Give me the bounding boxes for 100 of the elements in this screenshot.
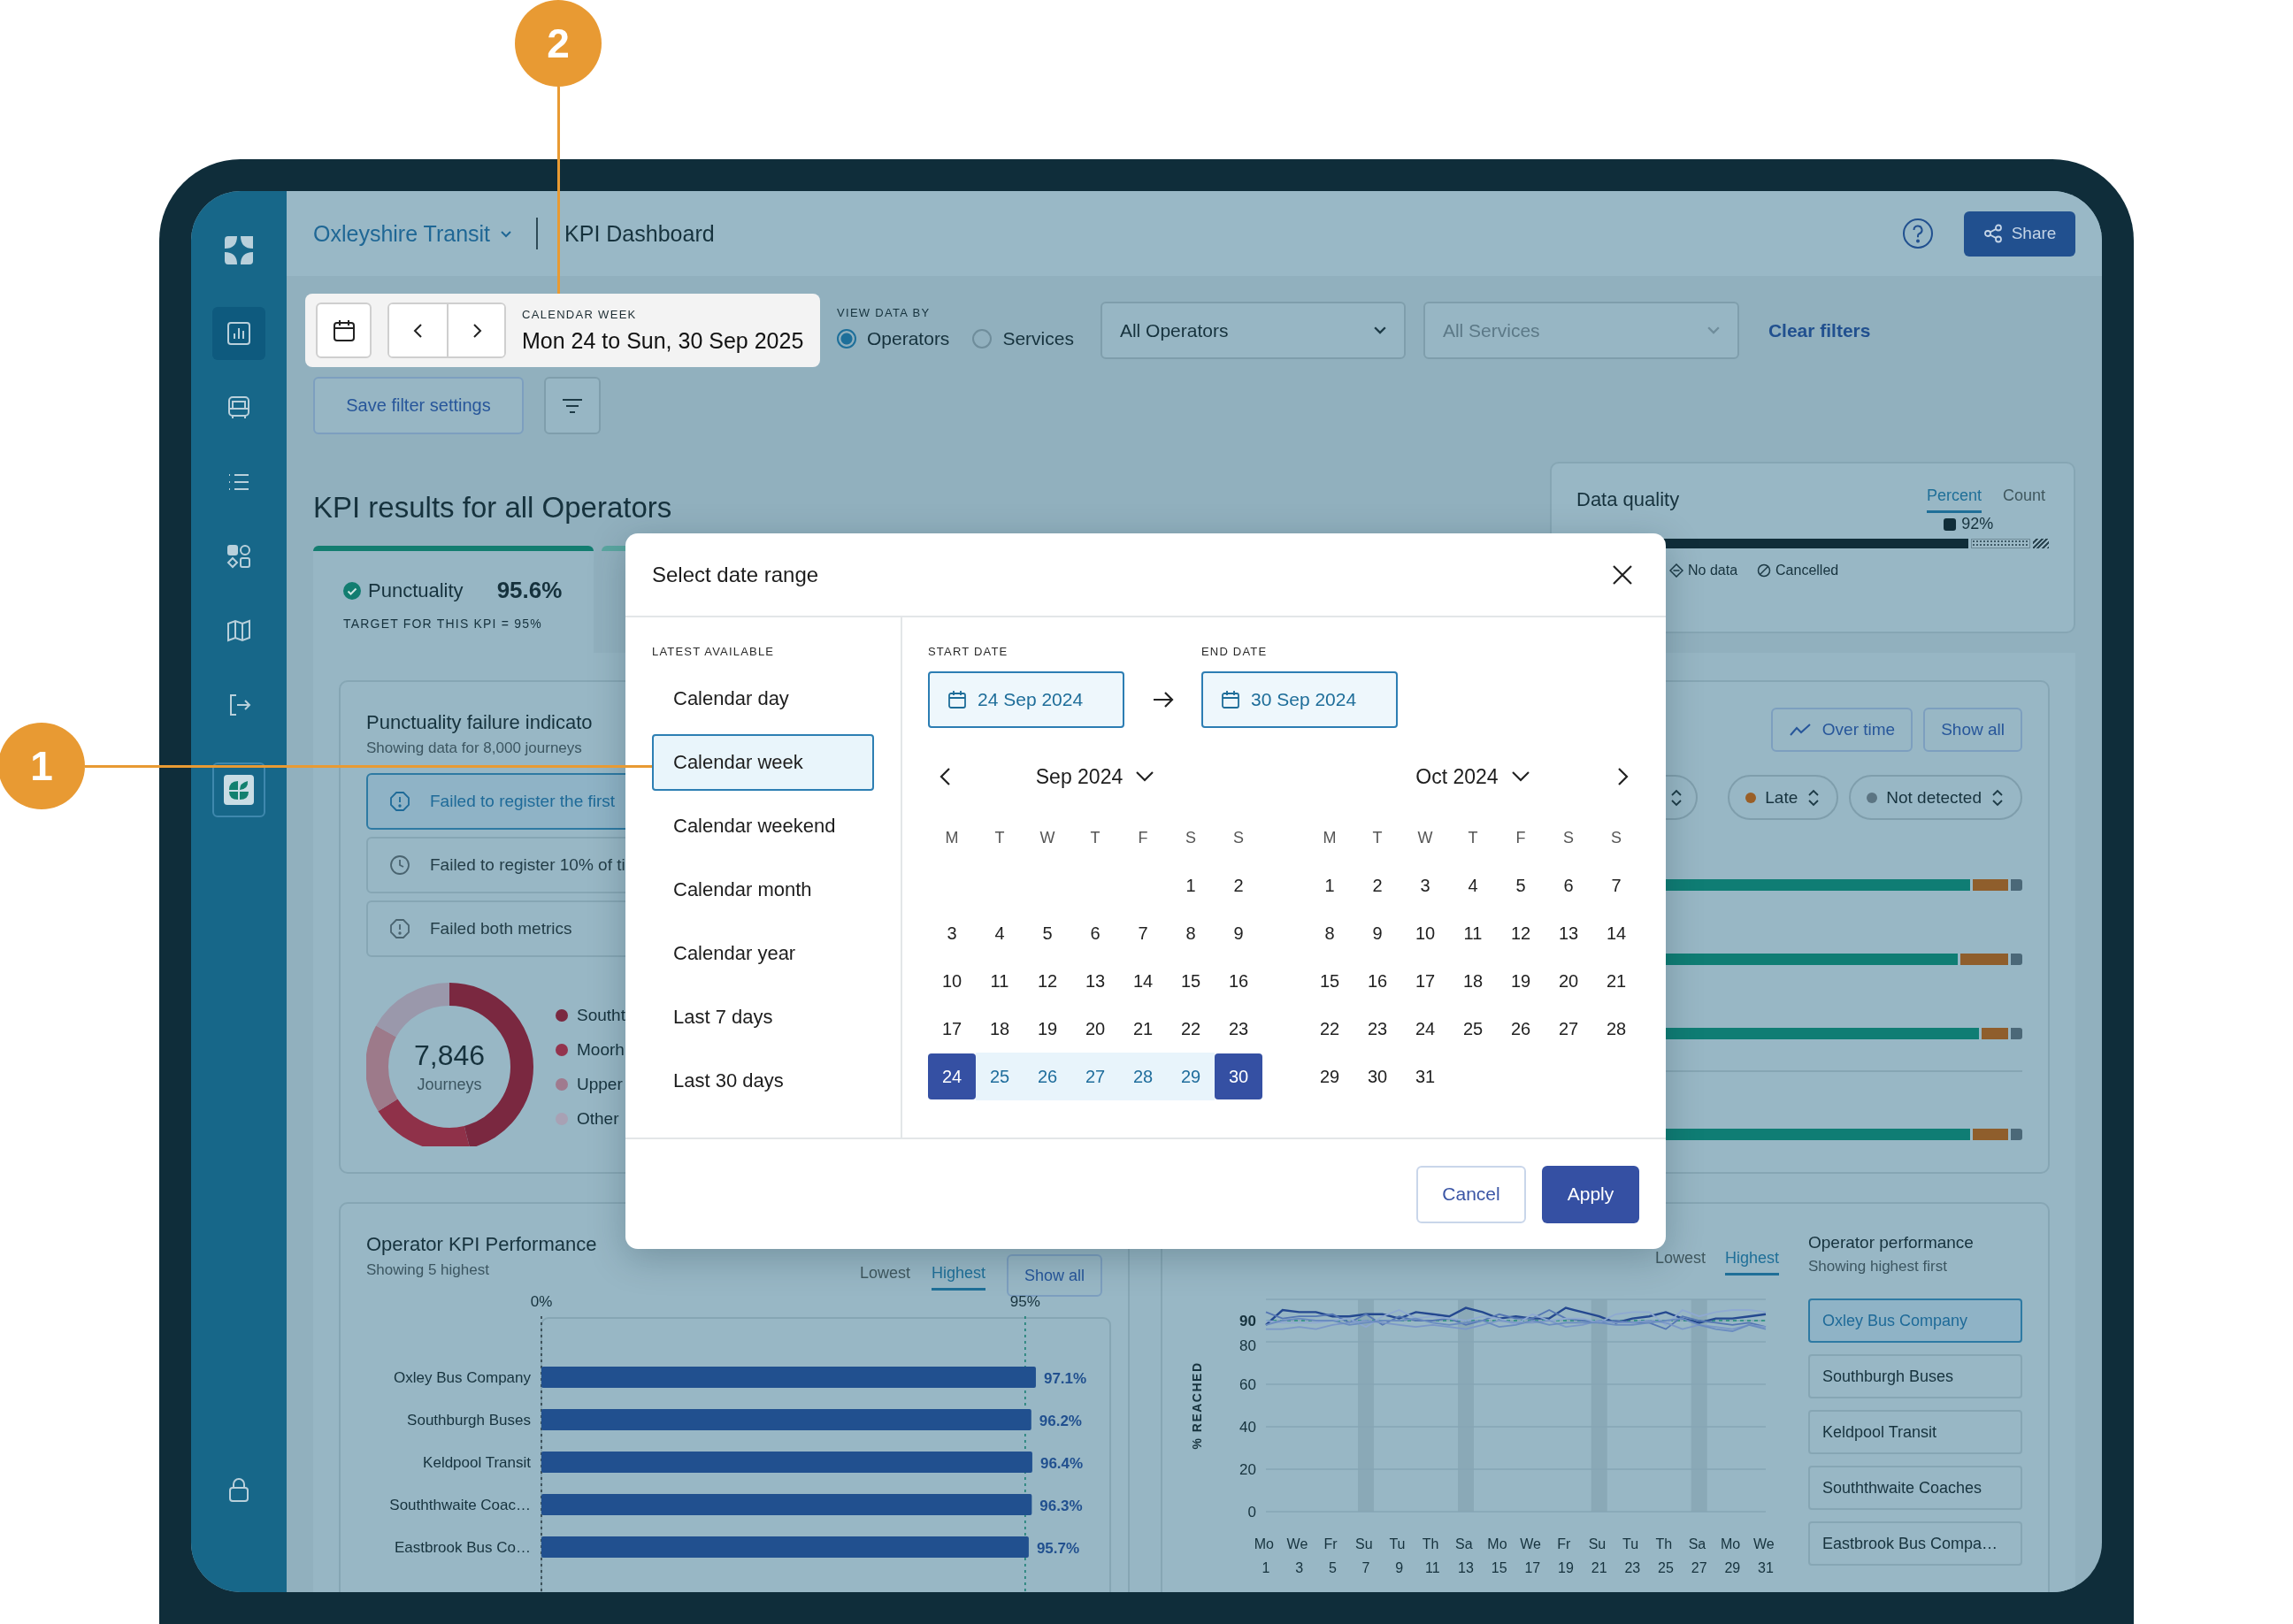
calendar-day[interactable]: 30 (1215, 1053, 1262, 1099)
calendar-day[interactable]: 19 (1497, 957, 1545, 1005)
radio-option[interactable]: Operators (837, 328, 950, 349)
calendar-day[interactable]: 3 (928, 909, 976, 957)
calendar-day[interactable]: 9 (1354, 909, 1401, 957)
calendar-day[interactable]: 25 (1449, 1005, 1497, 1053)
help-icon[interactable] (1902, 218, 1934, 249)
calendar-day[interactable]: 6 (1071, 909, 1119, 957)
share-button[interactable]: Share (1964, 211, 2075, 257)
calendar-day[interactable]: 16 (1215, 957, 1262, 1005)
calendar-day[interactable]: 11 (1449, 909, 1497, 957)
calendar-day[interactable]: 11 (976, 957, 1024, 1005)
axis-label: 0 (1247, 1504, 1256, 1521)
calendar-day[interactable]: 3 (1401, 862, 1449, 909)
calendar-day[interactable]: 18 (1449, 957, 1497, 1005)
calendar-day[interactable]: 12 (1024, 957, 1071, 1005)
calendar-day[interactable]: 10 (1401, 909, 1449, 957)
calendar-day[interactable]: 4 (976, 909, 1024, 957)
calendar-day[interactable]: 17 (1401, 957, 1449, 1005)
calendar-day[interactable]: 4 (1449, 862, 1497, 909)
calendar-day[interactable]: 17 (928, 1005, 976, 1053)
preset-option[interactable]: Calendar month (652, 862, 874, 918)
operator-option[interactable]: Souththwaite Coaches (1808, 1466, 2022, 1510)
month-select[interactable]: Sep 2024 (1035, 764, 1155, 789)
calendar-day[interactable]: 27 (1545, 1005, 1592, 1053)
calendar-day[interactable]: 23 (1354, 1005, 1401, 1053)
calendar-day[interactable]: 22 (1167, 1005, 1215, 1053)
calendar-day[interactable]: 21 (1592, 957, 1640, 1005)
calendar-day[interactable]: 12 (1497, 909, 1545, 957)
calendar-day[interactable]: 13 (1545, 909, 1592, 957)
calendar-day[interactable]: 21 (1119, 1005, 1167, 1053)
calendar-day[interactable]: 29 (1306, 1053, 1354, 1100)
date-range-picker[interactable]: CALENDAR WEEK Mon 24 to Sun, 30 Sep 2025 (305, 294, 820, 367)
calendar-day[interactable]: 20 (1545, 957, 1592, 1005)
calendar-day[interactable]: 1 (1306, 862, 1354, 909)
calendar-day[interactable]: 15 (1167, 957, 1215, 1005)
calendar-day[interactable]: 20 (1071, 1005, 1119, 1053)
sort-chip[interactable]: Not detected (1849, 775, 2022, 820)
filter-button[interactable] (544, 377, 601, 434)
calendar-day[interactable]: 8 (1167, 909, 1215, 957)
filter-dropdown[interactable]: All Operators (1100, 302, 1406, 359)
calendar-day[interactable]: 2 (1215, 862, 1262, 909)
calendar-day[interactable]: 9 (1215, 909, 1262, 957)
calendar-day[interactable]: 19 (1024, 1005, 1071, 1053)
calendar-button[interactable] (316, 303, 372, 358)
calendar-day[interactable]: 18 (976, 1005, 1024, 1053)
show-all-button[interactable]: Show all (1923, 708, 2022, 752)
calendar-day[interactable]: 2 (1354, 862, 1401, 909)
calendar-day[interactable]: 13 (1071, 957, 1119, 1005)
calendar-day[interactable]: 5 (1024, 909, 1071, 957)
calendar-day[interactable]: 26 (1497, 1005, 1545, 1053)
sidebar-button[interactable] (212, 307, 265, 360)
preset-option[interactable]: Calendar day (652, 670, 874, 727)
start-date-field[interactable]: 24 Sep 2024 (928, 671, 1124, 728)
radio-option[interactable]: Services (972, 328, 1074, 349)
calendar-day[interactable]: 16 (1354, 957, 1401, 1005)
preset-option[interactable]: Last 7 days (652, 989, 874, 1046)
calendar-day[interactable]: 10 (928, 957, 976, 1005)
calendar-day[interactable]: 8 (1306, 909, 1354, 957)
apply-button[interactable]: Apply (1542, 1165, 1639, 1223)
calendar-day[interactable]: 1 (1167, 862, 1215, 909)
calendar-day[interactable]: 15 (1306, 957, 1354, 1005)
calendar-day[interactable]: 24 (928, 1053, 976, 1099)
calendar-day[interactable]: 24 (1401, 1005, 1449, 1053)
cancel-button[interactable]: Cancel (1416, 1165, 1526, 1223)
preset-option[interactable]: Last 30 days (652, 1053, 874, 1109)
calendar-day[interactable]: 7 (1119, 909, 1167, 957)
calendar-day[interactable]: 7 (1592, 862, 1640, 909)
month-select[interactable]: Oct 2024 (1415, 764, 1530, 789)
calendar-day[interactable]: 14 (1592, 909, 1640, 957)
calendar-day[interactable]: 5 (1497, 862, 1545, 909)
close-icon[interactable] (1611, 563, 1634, 586)
preset-option[interactable]: Calendar week (652, 734, 874, 791)
operator-option[interactable]: Southburgh Buses (1808, 1354, 2022, 1398)
operator-option[interactable]: Keldpool Transit (1808, 1410, 2022, 1454)
calendar-day[interactable]: 23 (1215, 1005, 1262, 1053)
calendar-day[interactable]: 25 (976, 1053, 1024, 1100)
sort-tab[interactable]: Lowest (1654, 1245, 1706, 1275)
axis-label: Su 21 (1588, 1536, 1607, 1575)
view-tab[interactable]: Count (2002, 483, 2045, 513)
calendar-day[interactable]: 28 (1592, 1005, 1640, 1053)
calendar-day[interactable]: 28 (1119, 1053, 1167, 1100)
calendar-day[interactable]: 26 (1024, 1053, 1071, 1100)
end-date-field[interactable]: 30 Sep 2024 (1201, 671, 1398, 728)
preset-option[interactable]: Calendar weekend (652, 798, 874, 854)
calendar-day[interactable]: 30 (1354, 1053, 1401, 1100)
operator-option[interactable]: Eastbrook Bus Compa… (1808, 1521, 2022, 1566)
calendar-day[interactable]: 29 (1167, 1053, 1215, 1100)
kpi-tab[interactable]: Punctuality 95.6% TARGET FOR THIS KPI = 95% (313, 546, 594, 653)
calendar-day[interactable]: 31 (1401, 1053, 1449, 1100)
sort-chip[interactable]: Late (1728, 775, 1839, 820)
calendar-day[interactable]: 27 (1071, 1053, 1119, 1100)
calendar-day[interactable]: 22 (1306, 1005, 1354, 1053)
section-title: KPI results for all Operators (313, 490, 673, 525)
clear-filters-link[interactable]: Clear filters (1768, 319, 1871, 341)
calendar-day[interactable]: 14 (1119, 957, 1167, 1005)
value-label: 96.3% (1039, 1498, 1083, 1514)
preset-option[interactable]: Calendar year (652, 925, 874, 982)
over-time-button[interactable]: Over time (1770, 708, 1913, 752)
calendar-day[interactable]: 6 (1545, 862, 1592, 909)
